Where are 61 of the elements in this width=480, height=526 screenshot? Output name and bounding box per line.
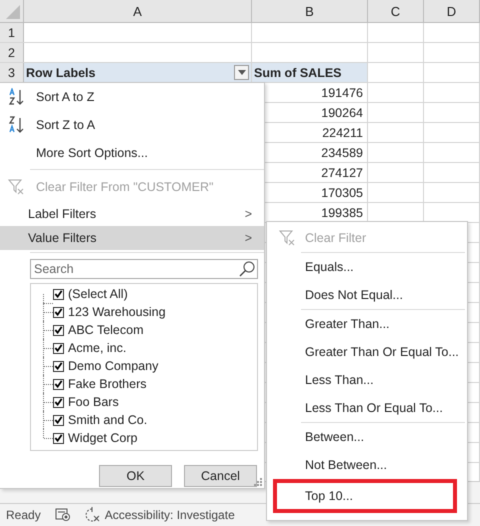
sort-menu-item[interactable]: Sort A to Z: [0, 83, 264, 111]
menu-item[interactable]: Less Than Or Equal To...: [267, 394, 467, 422]
column-header[interactable]: D: [424, 0, 480, 22]
menu-item[interactable]: Between...: [267, 423, 467, 451]
menu-item[interactable]: Not Between...: [267, 451, 467, 479]
column-header[interactable]: C: [368, 0, 424, 22]
resize-grip-icon[interactable]: [254, 478, 262, 486]
menu-item[interactable]: Equals...: [267, 253, 467, 281]
table-cell: 274127: [321, 166, 363, 180]
checklist-label[interactable]: Acme, inc.: [68, 341, 126, 355]
submenu-item[interactable]: Value Filters >: [0, 226, 264, 250]
column-header[interactable]: B: [252, 0, 368, 22]
checklist-label[interactable]: Widget Corp: [68, 431, 138, 445]
checkbox[interactable]: [53, 342, 64, 354]
filter-dropdown-button[interactable]: [234, 65, 249, 80]
column-header[interactable]: A: [24, 0, 252, 22]
menu-item[interactable]: Greater Than...: [267, 310, 467, 338]
pivot-header-cell: Sum of SALES: [252, 63, 368, 82]
status-text: Ready: [6, 508, 41, 522]
menu-item[interactable]: Top 10...: [273, 479, 457, 513]
accessibility-status[interactable]: Accessibility: Investigate: [104, 508, 235, 522]
accessibility-icon[interactable]: [84, 507, 101, 523]
checkbox[interactable]: [53, 396, 64, 408]
dropdown-arrow-icon: [238, 70, 246, 75]
checkbox[interactable]: [53, 324, 64, 336]
checkbox[interactable]: [53, 378, 64, 390]
checkbox[interactable]: [53, 288, 64, 300]
sort-menu-item[interactable]: Sort Z to A: [0, 111, 264, 139]
ok-button[interactable]: OK: [99, 465, 172, 487]
table-cell: 234589: [321, 146, 363, 160]
checklist-label[interactable]: Demo Company: [68, 359, 158, 373]
menu-item[interactable]: Does Not Equal...: [267, 281, 467, 309]
row-header[interactable]: 1: [0, 23, 24, 42]
checkbox[interactable]: [53, 360, 64, 372]
checklist-label[interactable]: 123 Warehousing: [68, 305, 166, 319]
checklist-label[interactable]: Smith and Co.: [68, 413, 148, 427]
table-cell: 199385: [321, 206, 363, 220]
checklist-label[interactable]: Foo Bars: [68, 395, 119, 409]
table-cell: 170305: [321, 186, 363, 200]
row-header[interactable]: 3: [0, 63, 24, 82]
checklist-label[interactable]: Fake Brothers: [68, 377, 147, 391]
clear-filter-icon: [8, 178, 26, 196]
checklist-label[interactable]: (Select All): [68, 287, 128, 301]
pivot-header-cell: Row Labels: [24, 63, 252, 82]
submenu-item[interactable]: Label Filters >: [0, 202, 264, 226]
macro-record-icon[interactable]: [54, 508, 71, 522]
checkbox[interactable]: [53, 432, 64, 444]
row-header[interactable]: 2: [0, 43, 24, 62]
table-cell: 224211: [322, 126, 363, 140]
clear-filter-icon: [279, 229, 297, 247]
checkbox[interactable]: [53, 414, 64, 426]
search-icon: [239, 261, 255, 277]
menu-item[interactable]: Less Than...: [267, 366, 467, 394]
table-cell: 191476: [321, 86, 363, 100]
checklist-label[interactable]: ABC Telecom: [68, 323, 144, 337]
checkbox[interactable]: [53, 306, 64, 318]
menu-item[interactable]: More Sort Options...: [0, 139, 264, 167]
cancel-button[interactable]: Cancel: [184, 465, 257, 487]
search-field[interactable]: Search: [30, 259, 258, 279]
table-cell: 190264: [321, 106, 363, 120]
menu-item[interactable]: Greater Than Or Equal To...: [267, 338, 467, 366]
